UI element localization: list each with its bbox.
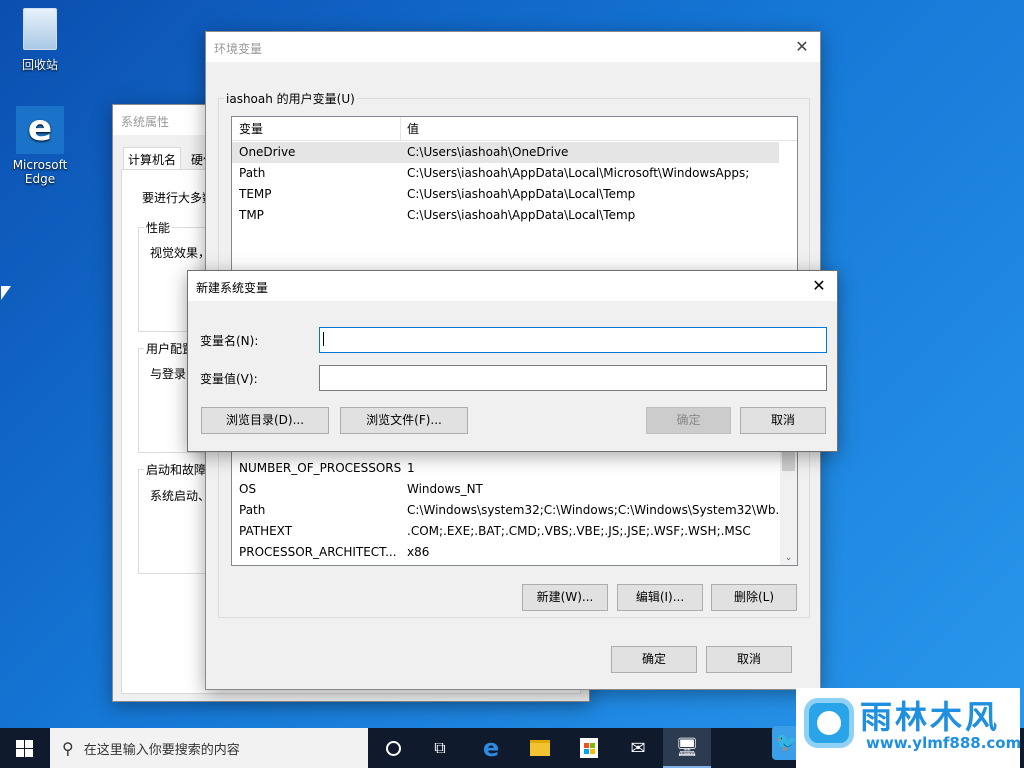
- task-view-icon[interactable]: ⧉: [416, 728, 464, 768]
- edge-icon[interactable]: e: [467, 728, 515, 768]
- new-system-variable-dialog: 新建系统变量 ✕ 变量名(N): 变量值(V): 浏览目录(D)... 浏览文件…: [187, 270, 838, 452]
- start-button[interactable]: [0, 728, 48, 768]
- table-row[interactable]: TEMP C:\Users\iashoah\AppData\Local\Temp: [232, 184, 797, 205]
- watermark-brand: 雨林木风: [860, 698, 1001, 736]
- watermark: 雨林木风 www.ylmf888.com: [796, 688, 1022, 768]
- browse-file-button[interactable]: 浏览文件(F)...: [340, 407, 468, 434]
- search-icon: ⚲: [62, 738, 74, 758]
- browse-directory-button[interactable]: 浏览目录(D)...: [201, 407, 329, 434]
- delete-variable-button[interactable]: 删除(L): [711, 584, 797, 611]
- system-variables-list[interactable]: NUMBER_OF_PROCESSORS 1 OS Windows_NT Path C…: [231, 432, 798, 566]
- table-row[interactable]: PATHEXT .COM;.EXE;.BAT;.CMD;.VBS;.VBE;.JS…: [232, 521, 797, 542]
- recycle-bin-icon: [23, 8, 57, 50]
- group-text: 系统启动、: [150, 489, 211, 503]
- intro-text: 要进行大多数: [142, 191, 215, 205]
- taskbar-search-box[interactable]: ⚲ 在这里输入你要搜索的内容: [50, 728, 368, 768]
- table-row[interactable]: Path C:\Windows\system32;C:\Windows;C:\Wi…: [232, 500, 797, 521]
- file-explorer-icon[interactable]: [516, 728, 564, 768]
- close-icon[interactable]: ✕: [790, 36, 814, 58]
- windows-logo-icon: [15, 739, 33, 757]
- table-row[interactable]: Path C:\Users\iashoah\AppData\Local\Micro…: [232, 163, 797, 184]
- cancel-button[interactable]: 取消: [740, 407, 826, 434]
- cortana-icon[interactable]: [369, 728, 417, 768]
- mail-icon[interactable]: ✉: [614, 728, 662, 768]
- variable-name-input[interactable]: [319, 327, 827, 353]
- scrollbar[interactable]: ⌄: [780, 433, 797, 565]
- table-row[interactable]: PROCESSOR_ARCHITECT... x86: [232, 542, 797, 563]
- user-variables-label: iashoah 的用户变量(U): [224, 90, 357, 107]
- edit-variable-button[interactable]: 编辑(I)...: [617, 584, 703, 611]
- group-label: 性能: [144, 219, 173, 236]
- table-row[interactable]: TMP C:\Users\iashoah\AppData\Local\Temp: [232, 205, 797, 226]
- variable-value-label: 变量值(V):: [200, 372, 258, 386]
- desktop-icon-edge[interactable]: e Microsoft Edge: [10, 106, 70, 186]
- system-properties-icon[interactable]: 🖥: [663, 728, 711, 768]
- table-row[interactable]: NUMBER_OF_PROCESSORS 1: [232, 458, 797, 479]
- store-icon[interactable]: [565, 728, 613, 768]
- column-header-value[interactable]: 值: [407, 117, 419, 141]
- window-title: 环境变量: [206, 32, 820, 62]
- dialog-title: 新建系统变量: [188, 271, 837, 301]
- close-icon[interactable]: ✕: [807, 275, 831, 297]
- search-placeholder: 在这里输入你要搜索的内容: [83, 742, 240, 758]
- edge-icon: e: [16, 106, 64, 154]
- watermark-url: www.ylmf888.com: [866, 734, 1022, 752]
- ok-button[interactable]: 确定: [646, 407, 731, 434]
- variable-name-label: 变量名(N):: [200, 334, 259, 348]
- desktop-icon-label: 回收站: [21, 58, 58, 72]
- desktop-icon-label: Microsoft Edge: [12, 158, 68, 186]
- group-text: 视觉效果，: [150, 246, 211, 260]
- ok-button[interactable]: 确定: [611, 646, 697, 673]
- table-row[interactable]: OS Windows_NT: [232, 479, 797, 500]
- group-label: 启动和故障: [144, 461, 209, 478]
- new-variable-button[interactable]: 新建(W)...: [522, 584, 608, 611]
- desktop-icon-recycle-bin[interactable]: 回收站: [10, 8, 70, 73]
- mouse-cursor: [1, 286, 11, 300]
- column-header-variable[interactable]: 变量: [239, 117, 263, 141]
- table-row[interactable]: OneDrive C:\Users\iashoah\OneDrive: [232, 142, 779, 163]
- group-text: 与登录: [150, 367, 187, 381]
- scrollbar-thumb[interactable]: [782, 451, 795, 471]
- variable-value-input[interactable]: [319, 365, 827, 391]
- chevron-down-icon[interactable]: ⌄: [780, 553, 797, 563]
- watermark-logo-icon: [804, 698, 854, 748]
- cancel-button[interactable]: 取消: [706, 646, 792, 673]
